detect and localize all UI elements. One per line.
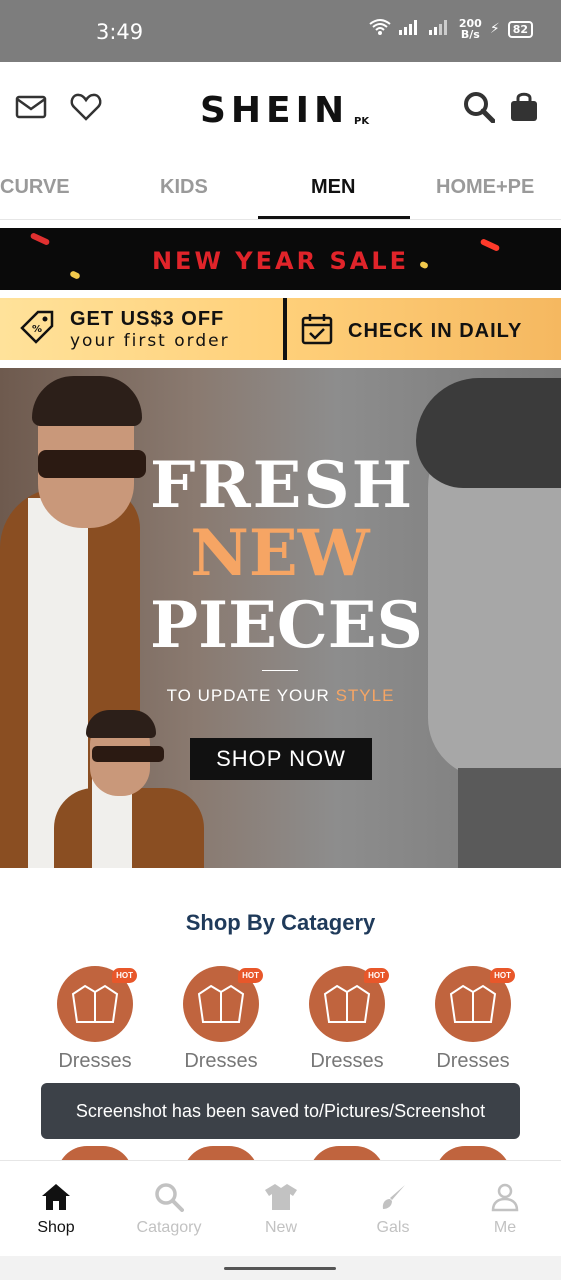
calendar-check-icon [300,312,334,351]
tab-curve[interactable]: CURVE [0,176,70,199]
category-image: HOT [309,966,389,1042]
hero-banner[interactable]: FRESH NEW PIECES TO UPDATE YOUR STYLE SH… [0,368,561,868]
gesture-bar [0,1256,561,1280]
signal-icon-2 [428,19,451,39]
hot-badge: HOT [364,968,389,983]
mail-icon[interactable] [13,89,49,125]
category-image: HOT [183,966,263,1042]
bottom-navigation: Shop Catagory New Gals Me [0,1160,561,1256]
hot-badge: HOT [490,968,515,983]
shop-now-button[interactable]: SHOP NOW [190,738,372,780]
banner-text: NEW YEAR SALE [151,247,410,275]
category-item[interactable]: HOT Dresses [297,966,397,1073]
status-icons: 200 B/s ⚡ 82 [369,18,533,40]
section-title: Shop By Catagery [185,910,376,935]
tab-home[interactable]: HOME+PE [436,176,534,199]
new-year-sale-banner[interactable]: NEW YEAR SALE [0,228,561,290]
jacket-icon [71,984,119,1023]
screenshot-toast: Screenshot has been saved to/Pictures/Sc… [41,1083,520,1139]
category-label: Dresses [58,1050,132,1072]
nav-new[interactable]: New [236,1181,326,1237]
logo-suffix: PK [354,116,370,127]
home-gesture-pill[interactable] [224,1267,336,1270]
check-in-text: CHECK IN DAILY [348,320,523,342]
nav-category[interactable]: Catagory [124,1181,214,1237]
coupon-tag-icon: % [18,308,56,351]
spark-decoration [29,232,51,246]
nav-me[interactable]: Me [460,1181,550,1237]
wishlist-heart-icon[interactable] [68,89,104,125]
coupon-promo[interactable]: % GET US$3 OFF your first order [18,308,230,351]
category-label: Dresses [436,1050,510,1072]
tab-kids[interactable]: KIDS [160,176,208,199]
coupon-subtitle: your first order [70,331,230,351]
shein-logo: SHEIN [200,90,350,131]
status-bar: 3:49 200 B/s ⚡ 82 [0,0,561,62]
charging-icon: ⚡ [489,21,500,37]
check-in-promo[interactable]: CHECK IN DAILY [300,312,522,351]
search-icon [124,1181,214,1213]
brush-icon [348,1181,438,1213]
app-header: SHEIN PK [0,62,561,152]
hot-badge: HOT [238,968,263,983]
signal-icon [398,19,421,39]
category-label: Dresses [310,1050,384,1072]
jacket-icon [323,984,371,1023]
hero-divider [262,670,298,671]
hero-headline-1: FRESH [150,448,415,523]
home-icon [11,1181,101,1213]
active-tab-indicator [258,216,410,219]
model-photo-small [44,708,214,868]
svg-text:%: % [32,324,42,335]
promo-divider [283,298,287,360]
hero-tagline: TO UPDATE YOUR STYLE [166,686,395,705]
net-speed: 200 B/s [458,17,482,41]
category-tabs: CURVE KIDS MEN HOME+PE [0,152,561,220]
nav-gals[interactable]: Gals [348,1181,438,1237]
category-label: Dresses [184,1050,258,1072]
category-item[interactable]: HOT Dresses [171,966,271,1073]
status-time: 3:49 [96,20,144,44]
shirt-icon [236,1181,326,1213]
hero-headline-2: NEW [190,516,370,591]
coupon-title: GET US$3 OFF [70,308,225,330]
hot-badge: HOT [112,968,137,983]
battery-indicator: 82 [507,20,533,38]
category-image: HOT [57,966,137,1042]
hero-headline-3: PIECES [150,588,423,663]
jacket-icon [449,984,497,1023]
category-item[interactable]: HOT Dresses [423,966,523,1073]
shopping-bag-icon[interactable] [506,89,542,125]
user-icon [460,1181,550,1213]
wifi-icon [369,18,391,40]
promo-bar: % GET US$3 OFF your first order CHECK IN… [0,298,561,360]
category-image: HOT [435,966,515,1042]
tab-men[interactable]: MEN [311,176,355,199]
jacket-icon [197,984,245,1023]
category-item[interactable]: HOT Dresses [45,966,145,1073]
search-icon[interactable] [461,89,497,125]
nav-shop[interactable]: Shop [11,1181,101,1237]
